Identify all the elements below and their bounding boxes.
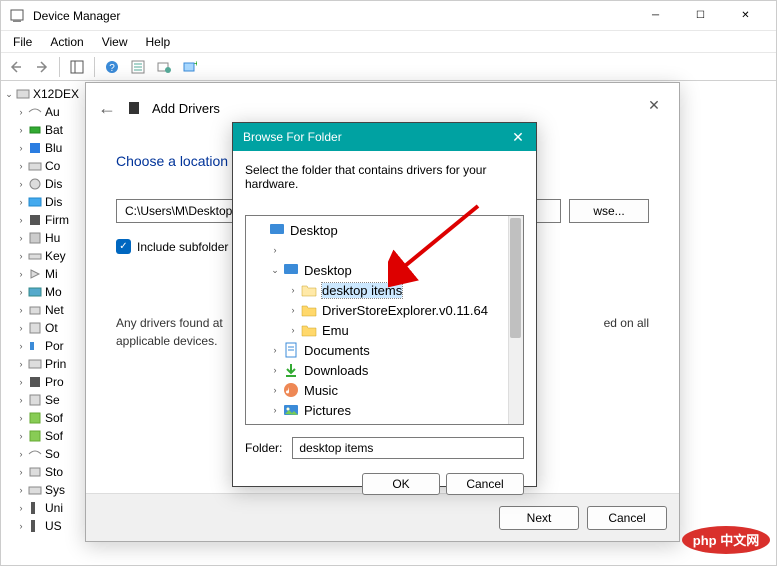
svg-text:php 中文网: php 中文网 [693, 533, 759, 548]
browse-cancel-button[interactable]: Cancel [446, 473, 524, 495]
browse-button[interactable]: wse... [569, 199, 649, 223]
tree-item[interactable]: ›Bat [3, 121, 94, 139]
tree-item[interactable]: ›Sof [3, 427, 94, 445]
folder-pictures[interactable]: ›Pictures [250, 400, 519, 420]
tree-item[interactable]: ›Co [3, 157, 94, 175]
tree-item[interactable]: ›Dis [3, 175, 94, 193]
folder-desktop[interactable]: ⌄Desktop [250, 260, 519, 280]
tree-item[interactable]: ›Sto [3, 463, 94, 481]
tree-item[interactable]: ›Blu [3, 139, 94, 157]
watermark-badge: php 中文网 [681, 525, 771, 560]
folder-emu[interactable]: ›Emu [250, 320, 519, 340]
folder-open-icon [300, 281, 318, 299]
drivers-icon [126, 100, 142, 116]
add-drivers-close-button[interactable]: ✕ [639, 93, 669, 118]
include-subfolders-checkbox[interactable]: ✓ [116, 239, 131, 254]
folder-icon [300, 301, 318, 319]
tree-item[interactable]: ›Key [3, 247, 94, 265]
folder-documents[interactable]: ›Documents [250, 340, 519, 360]
folder-driverstore[interactable]: ›DriverStoreExplorer.v0.11.64 [250, 300, 519, 320]
add-hardware-button[interactable]: + [179, 56, 201, 78]
back-arrow-button[interactable]: ← [98, 98, 116, 119]
menu-action[interactable]: Action [42, 33, 91, 51]
maximize-button[interactable]: ☐ [678, 2, 723, 30]
folder-label: Folder: [245, 441, 282, 455]
tree-item[interactable]: ›Pro [3, 373, 94, 391]
tree-item[interactable]: ›Sys [3, 481, 94, 499]
tree-item[interactable]: ›Prin [3, 355, 94, 373]
tree-item[interactable]: ›So [3, 445, 94, 463]
show-hide-tree-button[interactable] [66, 56, 88, 78]
browse-folder-titlebar: Browse For Folder ✕ [233, 123, 536, 151]
browse-instruction: Select the folder that contains drivers … [245, 163, 524, 191]
cancel-button[interactable]: Cancel [587, 506, 667, 530]
document-icon [282, 341, 300, 359]
tree-item[interactable]: ›Mo [3, 283, 94, 301]
folder-downloads[interactable]: ›Downloads [250, 360, 519, 380]
forward-button[interactable] [31, 56, 53, 78]
menu-file[interactable]: File [5, 33, 40, 51]
add-drivers-title: Add Drivers [152, 101, 220, 116]
folder-desktop-items[interactable]: ›desktop items [250, 280, 519, 300]
window-title: Device Manager [33, 9, 633, 23]
browse-close-button[interactable]: ✕ [504, 125, 532, 149]
tree-item[interactable]: ›Se [3, 391, 94, 409]
ok-button[interactable]: OK [362, 473, 440, 495]
folder-tree-scrollbar[interactable] [508, 216, 523, 424]
scan-hardware-button[interactable] [153, 56, 175, 78]
svg-text:+: + [194, 60, 197, 68]
folder-desktop-root[interactable]: Desktop [250, 220, 519, 240]
tree-item[interactable]: ›Ot [3, 319, 94, 337]
browse-folder-dialog: Browse For Folder ✕ Select the folder th… [232, 122, 537, 487]
tree-item[interactable]: ›Dis [3, 193, 94, 211]
desktop-icon [268, 221, 286, 239]
menubar: File Action View Help [1, 31, 776, 53]
minimize-button[interactable]: ─ [633, 2, 678, 30]
folder-row-empty[interactable]: › [250, 240, 519, 260]
help-button[interactable]: ? [101, 56, 123, 78]
folder-music[interactable]: ›Music [250, 380, 519, 400]
music-icon [282, 381, 300, 399]
tree-item[interactable]: ›Au [3, 103, 94, 121]
tree-item[interactable]: ›Hu [3, 229, 94, 247]
tree-item[interactable]: ›Sof [3, 409, 94, 427]
properties-button[interactable] [127, 56, 149, 78]
close-button[interactable]: ✕ [723, 2, 768, 30]
menu-view[interactable]: View [94, 33, 136, 51]
folder-icon [300, 321, 318, 339]
tree-item[interactable]: ›Uni [3, 499, 94, 517]
tree-item[interactable]: ›Firm [3, 211, 94, 229]
download-icon [282, 361, 300, 379]
tree-root[interactable]: ⌄X12DEX [3, 85, 94, 103]
back-button[interactable] [5, 56, 27, 78]
next-button[interactable]: Next [499, 506, 579, 530]
svg-text:?: ? [109, 63, 115, 74]
tree-item[interactable]: ›Net [3, 301, 94, 319]
tree-item[interactable]: ›Por [3, 337, 94, 355]
tree-item[interactable]: ›Mi [3, 265, 94, 283]
titlebar: Device Manager ─ ☐ ✕ [1, 1, 776, 31]
pictures-icon [282, 401, 300, 419]
device-tree[interactable]: ⌄X12DEX ›Au ›Bat ›Blu ›Co ›Dis ›Dis ›Fir… [1, 81, 96, 565]
include-subfolders-label: Include subfolder [137, 240, 228, 254]
tree-item[interactable]: ›US [3, 517, 94, 535]
toolbar: ? + [1, 53, 776, 81]
menu-help[interactable]: Help [138, 33, 179, 51]
folder-name-input[interactable] [292, 437, 524, 459]
desktop-icon [282, 261, 300, 279]
folder-tree[interactable]: Desktop › ⌄Desktop ›desktop items ›Drive… [245, 215, 524, 425]
device-manager-icon [9, 8, 25, 24]
